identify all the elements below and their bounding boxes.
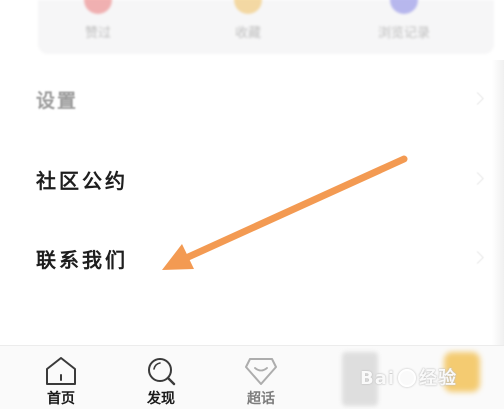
tab-label: 超话 bbox=[247, 391, 275, 407]
watermark-text: 经验 bbox=[419, 368, 458, 389]
shortcut-liked[interactable]: 赞过 bbox=[38, 0, 158, 54]
menu-item-contact-us[interactable]: 联系我们 bbox=[36, 244, 128, 273]
tab-super-topic[interactable]: 超话 bbox=[226, 346, 296, 409]
shortcut-label: 赞过 bbox=[84, 26, 111, 41]
baidu-jingyan-watermark: Bai 经验 bbox=[360, 364, 457, 390]
settings-section-title[interactable]: 设置 bbox=[36, 86, 78, 113]
liked-icon bbox=[84, 0, 112, 14]
chevron-right-icon bbox=[471, 92, 484, 105]
history-icon bbox=[390, 0, 418, 14]
tab-discover[interactable]: 发现 bbox=[126, 346, 196, 409]
shortcuts-card: 赞过 收藏 浏览记录 bbox=[38, 0, 494, 54]
home-icon bbox=[46, 357, 76, 385]
favorites-icon bbox=[234, 0, 262, 14]
watermark-text: Bai bbox=[360, 368, 396, 389]
tab-home[interactable]: 首页 bbox=[26, 346, 96, 409]
shortcut-history[interactable]: 浏览记录 bbox=[344, 0, 464, 54]
shortcut-label: 浏览记录 bbox=[377, 26, 430, 41]
chevron-right-icon bbox=[471, 172, 484, 185]
tab-label: 发现 bbox=[147, 391, 175, 407]
paw-icon bbox=[398, 369, 417, 387]
scroll-edge bbox=[492, 60, 504, 350]
shortcut-label: 收藏 bbox=[234, 26, 261, 41]
menu-item-community-rules[interactable]: 社区公约 bbox=[36, 165, 128, 194]
shortcut-favorites[interactable]: 收藏 bbox=[188, 0, 308, 54]
chevron-right-icon bbox=[471, 251, 484, 264]
tab-label: 首页 bbox=[47, 391, 75, 407]
diamond-icon bbox=[245, 358, 277, 385]
search-icon bbox=[148, 358, 176, 386]
